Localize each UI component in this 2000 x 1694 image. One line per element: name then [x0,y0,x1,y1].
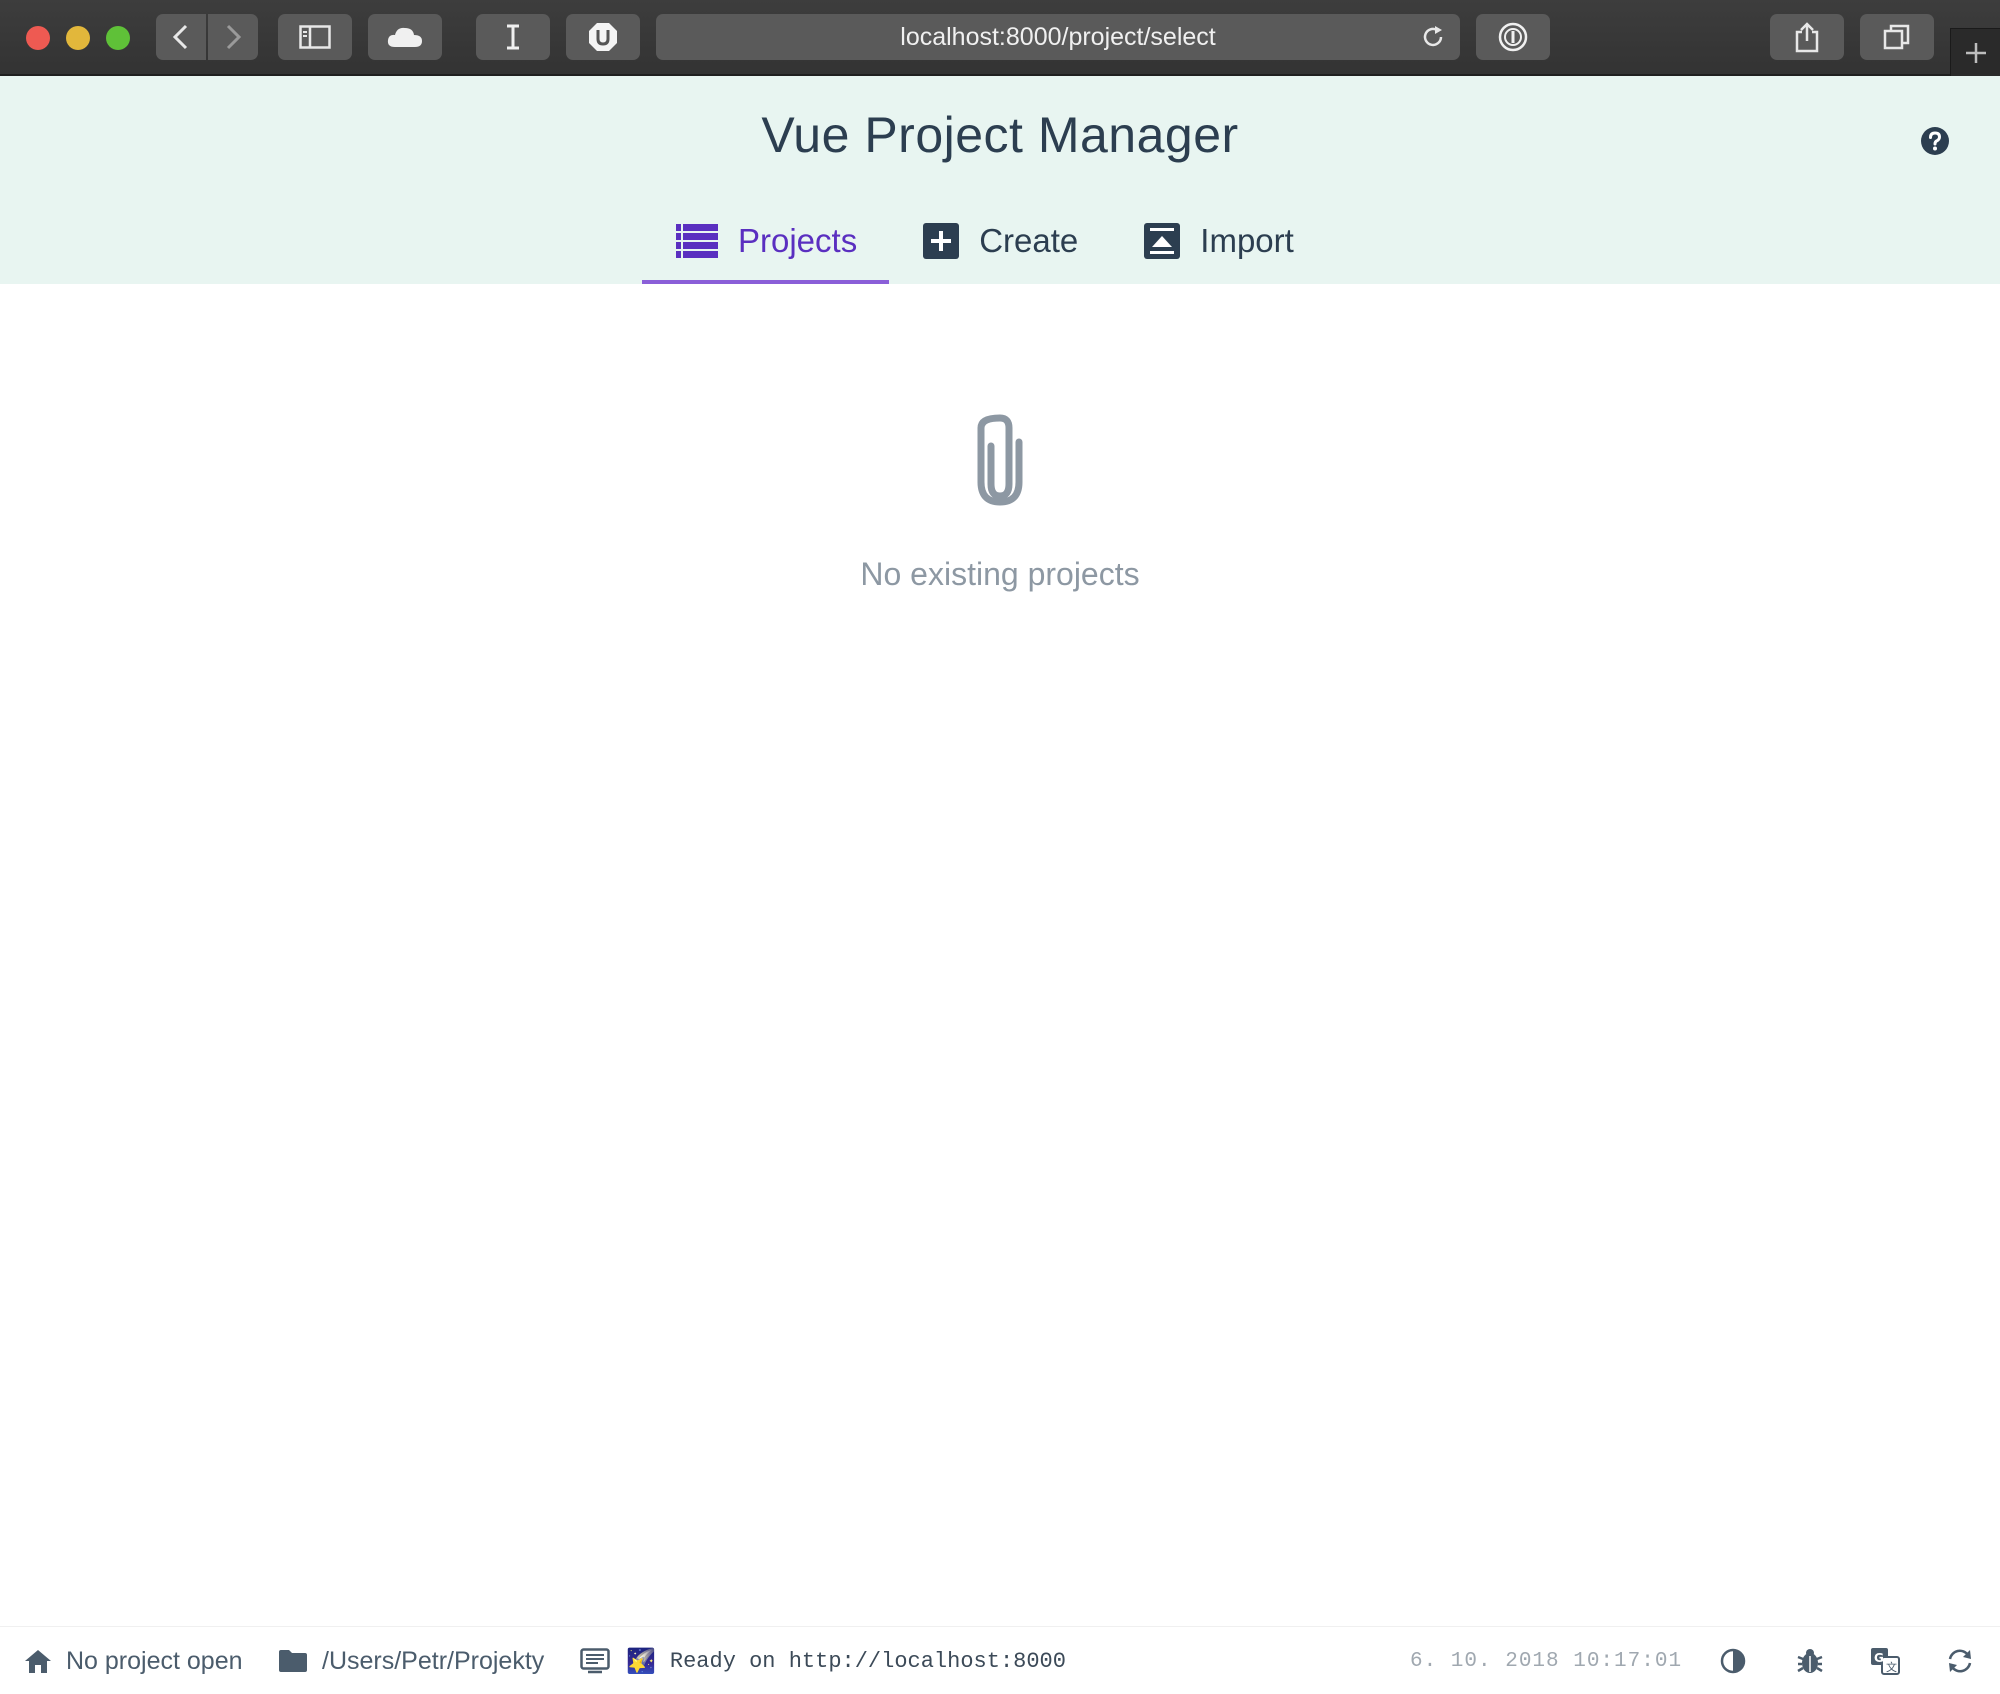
dark-mode-toggle[interactable] [1720,1627,1746,1694]
empty-state [0,412,2000,511]
refresh-button[interactable] [1946,1627,1974,1694]
icloud-button[interactable] [368,14,442,60]
log-message: Ready on http://localhost:8000 [669,1648,1066,1674]
password-icon [1498,22,1528,52]
page-title: Vue Project Manager [761,107,1239,163]
project-status-text: No project open [66,1646,243,1675]
clock-status: 6. 10. 2018 10:17:01 [1410,1627,1682,1694]
report-bug-button[interactable] [1796,1627,1824,1694]
cwd-status[interactable]: /Users/Petr/Projekty [278,1627,544,1694]
minimize-window-button[interactable] [66,26,90,50]
svg-text:文: 文 [1886,1660,1897,1674]
refresh-icon [1948,1649,1972,1673]
translate-icon: G文 [1871,1648,1900,1675]
terminal-list-icon [580,1648,610,1674]
svg-text:G: G [1874,1651,1884,1665]
close-window-button[interactable] [26,26,50,50]
paperclip-icon [975,412,1025,511]
tab-create[interactable]: Create [889,206,1110,284]
maximize-window-button[interactable] [106,26,130,50]
status-bar: No project open /Users/Petr/Projekty 🌠 R… [0,1626,2000,1694]
log-status[interactable]: 🌠 Ready on http://localhost:8000 [580,1627,1066,1694]
ublock-button[interactable] [566,14,640,60]
new-tab-icon [1965,42,1986,63]
cwd-text: /Users/Petr/Projekty [322,1646,545,1675]
back-icon [172,24,188,50]
share-icon [1795,22,1819,53]
forward-icon [226,24,242,50]
tab-projects-label: Projects [738,222,858,259]
list-icon [676,224,718,258]
tab-import[interactable]: Import [1110,206,1326,284]
extension-text-button[interactable] [476,14,550,60]
empty-state-message: No existing projects [860,556,1140,592]
cloud-icon [387,27,422,47]
folder-icon [279,1650,307,1672]
text-cursor-icon [507,24,519,50]
tab-projects[interactable]: Projects [642,206,890,284]
tabs-icon [1883,24,1910,50]
tab-import-label: Import [1200,222,1294,259]
browser-toolbar: localhost:8000/project/select [0,0,2000,76]
share-button[interactable] [1770,14,1844,60]
sidebar-button[interactable] [278,14,352,60]
sidebar-icon [299,25,331,49]
translate-button[interactable]: G文 [1870,1627,1900,1694]
address-bar[interactable]: localhost:8000/project/select [656,14,1460,60]
current-project-status[interactable]: No project open [24,1627,243,1694]
log-emoji: 🌠 [626,1647,656,1675]
bug-icon [1797,1649,1823,1673]
tab-create-label: Create [979,222,1079,259]
home-icon [25,1650,51,1673]
tab-overview-button[interactable] [1860,14,1934,60]
plus-square-icon [923,223,960,259]
timestamp: 6. 10. 2018 10:17:01 [1410,1649,1683,1673]
new-tab-button[interactable] [1950,28,2000,76]
contrast-icon [1720,1648,1746,1674]
forward-button[interactable] [208,14,258,60]
upload-box-icon [1144,223,1181,259]
question-circle-icon[interactable] [1920,126,1950,161]
main-tabs: Projects Create Import [642,206,1326,284]
url-text: localhost:8000/project/select [900,22,1216,51]
reload-icon[interactable] [1420,24,1446,57]
ublock-icon [589,23,617,51]
back-button[interactable] [156,14,206,60]
password-manager-button[interactable] [1476,14,1550,60]
